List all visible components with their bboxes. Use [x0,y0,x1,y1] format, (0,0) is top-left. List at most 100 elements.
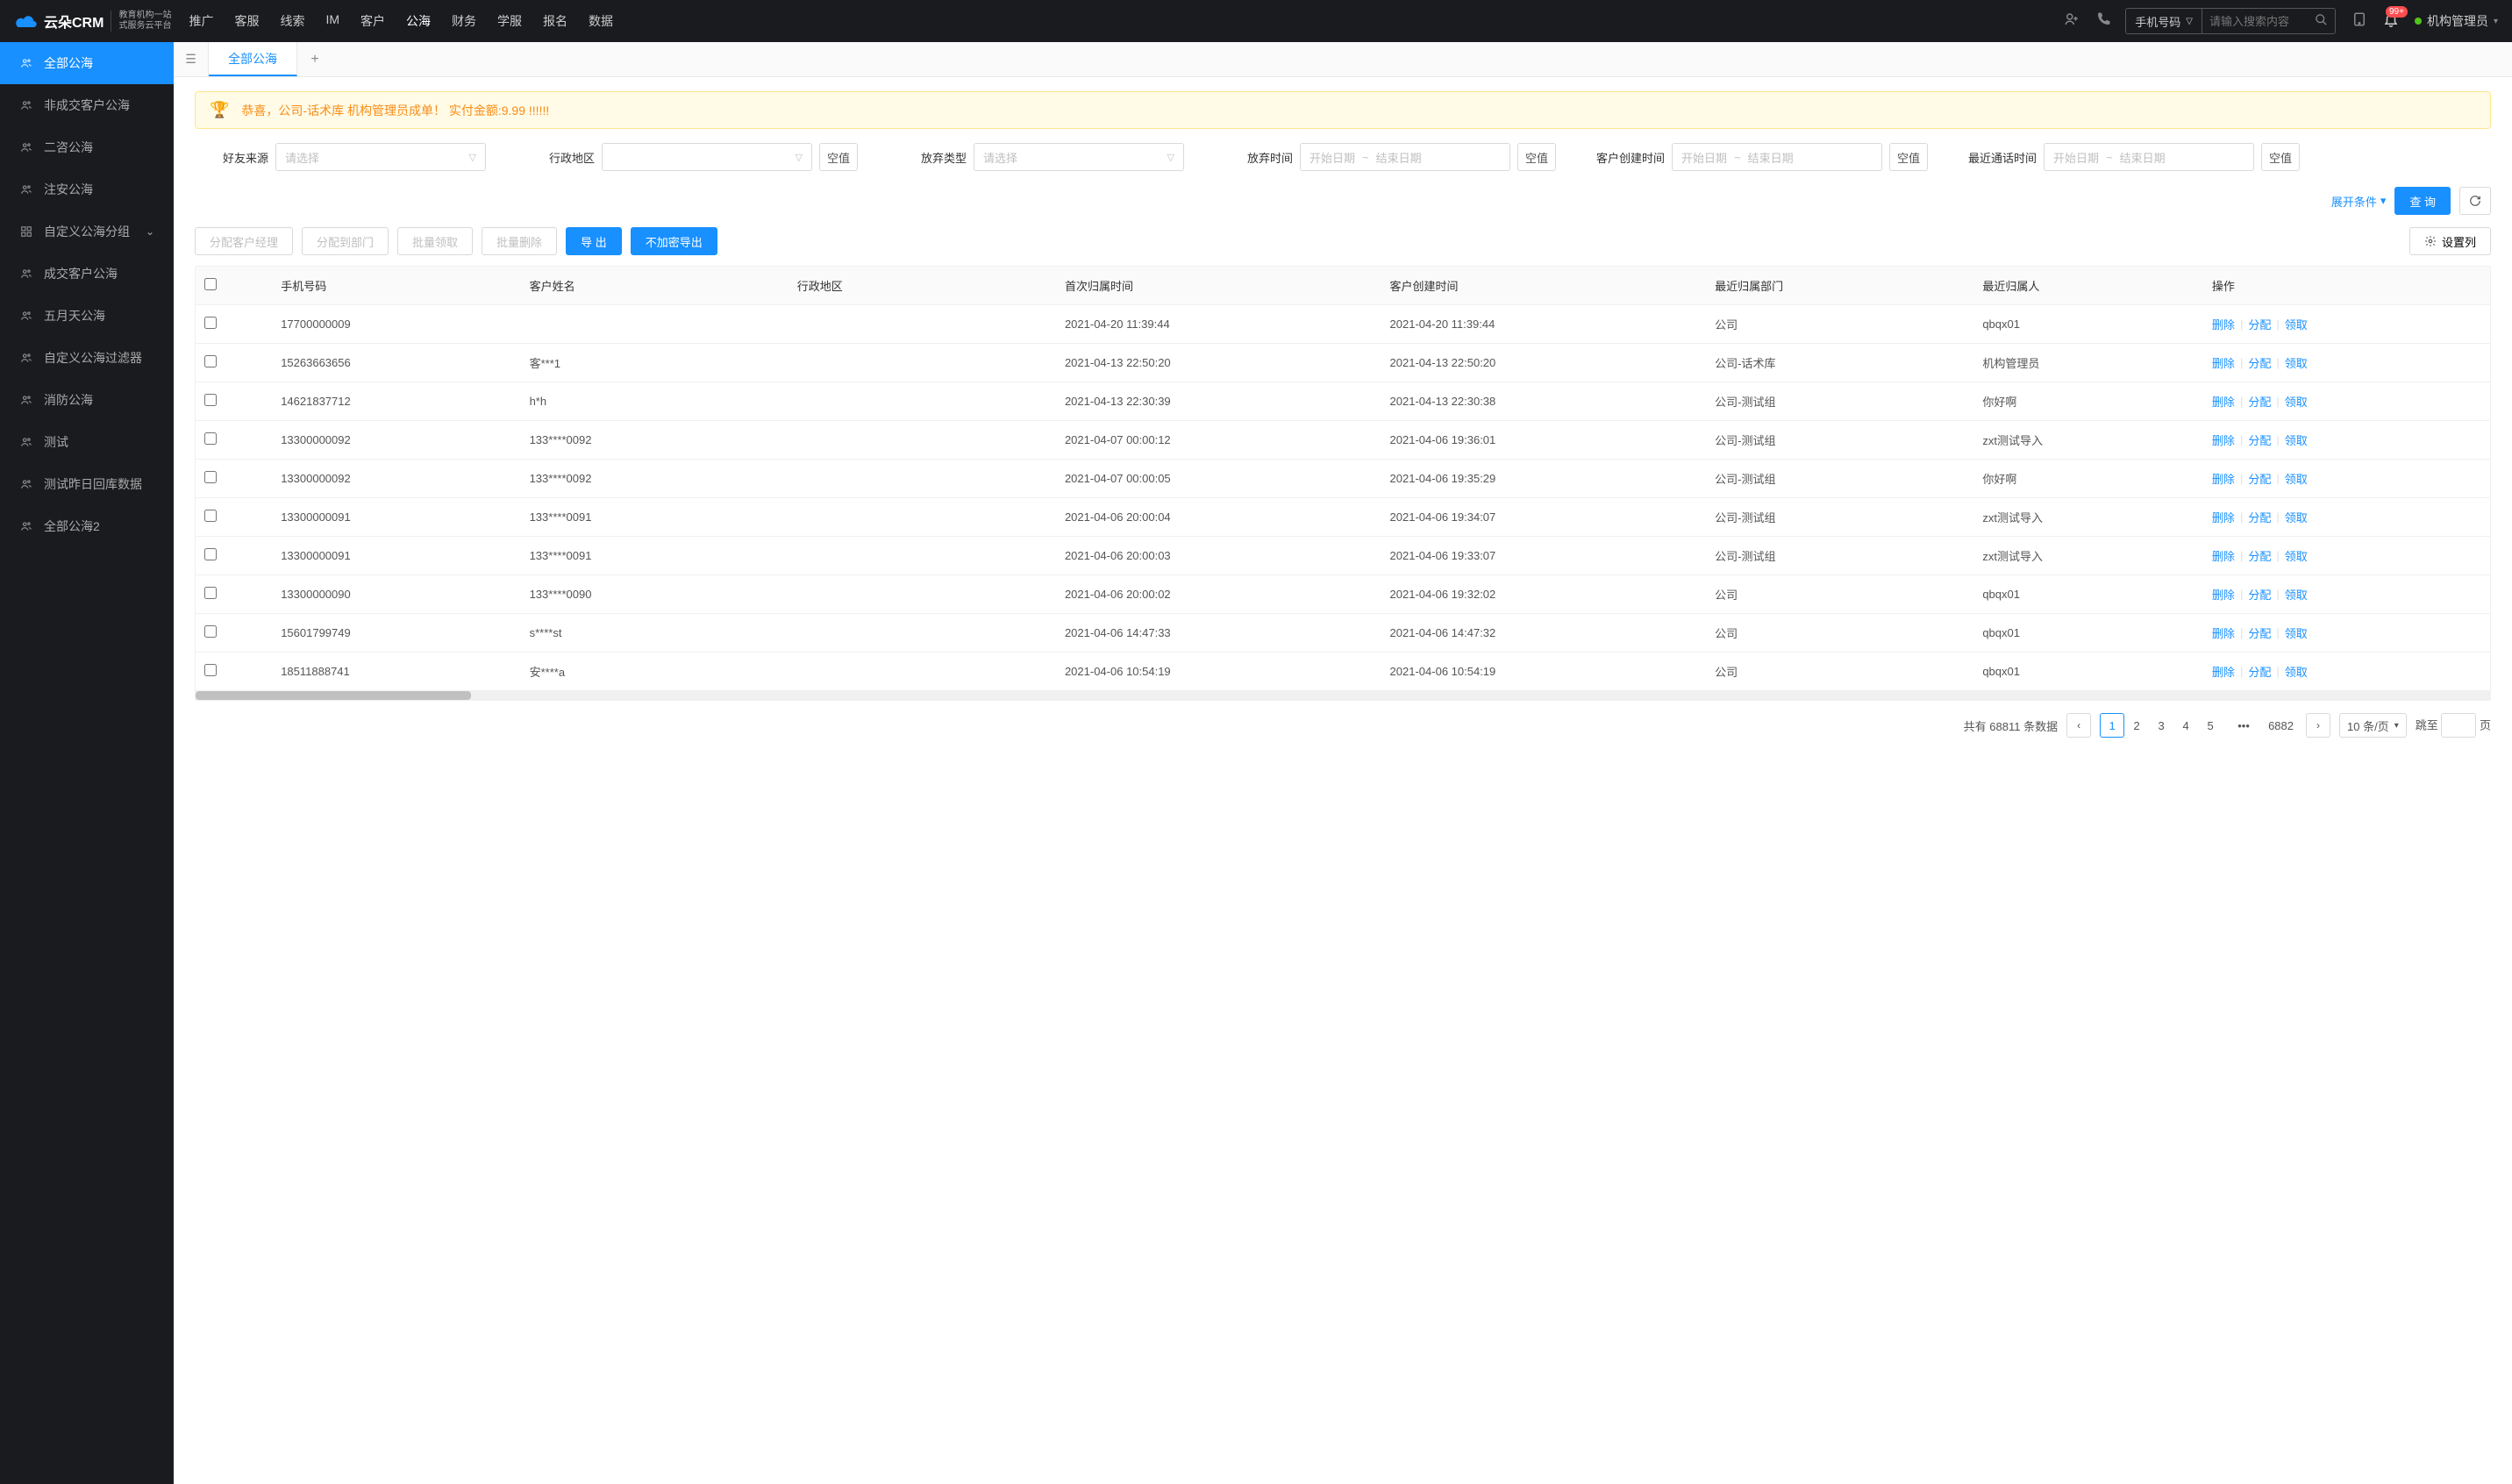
tab-all-public[interactable]: 全部公海 [209,42,297,76]
row-assign-link[interactable]: 分配 [2248,624,2271,641]
row-claim-link[interactable]: 领取 [2285,432,2308,448]
sidebar-item-3[interactable]: 注安公海 [0,168,174,210]
page-5[interactable]: 5 [2198,713,2223,738]
row-checkbox[interactable] [204,548,217,560]
sidebar-item-2[interactable]: 二咨公海 [0,126,174,168]
sidebar-item-10[interactable]: 测试昨日回库数据 [0,463,174,505]
row-checkbox[interactable] [204,394,217,406]
filter-recent-call-null[interactable]: 空值 [2261,143,2300,171]
row-checkbox[interactable] [204,317,217,329]
sidebar-item-1[interactable]: 非成交客户公海 [0,84,174,126]
row-claim-link[interactable]: 领取 [2285,470,2308,487]
filter-region-null[interactable]: 空值 [819,143,858,171]
page-ellipsis[interactable]: ••• [2231,713,2256,738]
tab-collapse-icon[interactable]: ☰ [174,42,209,76]
row-assign-link[interactable]: 分配 [2248,586,2271,603]
row-delete-link[interactable]: 删除 [2212,316,2235,332]
filter-region-select[interactable]: ▽ [602,143,812,171]
row-claim-link[interactable]: 领取 [2285,586,2308,603]
assign-dept-button[interactable]: 分配到部门 [302,227,389,255]
sidebar-item-9[interactable]: 测试 [0,421,174,463]
sidebar-item-5[interactable]: 成交客户公海 [0,253,174,295]
row-checkbox[interactable] [204,471,217,483]
row-delete-link[interactable]: 删除 [2212,432,2235,448]
prev-page-button[interactable]: ‹ [2066,713,2091,738]
row-claim-link[interactable]: 领取 [2285,393,2308,410]
row-checkbox[interactable] [204,355,217,367]
nav-item-2[interactable]: 线索 [280,12,304,30]
filter-source-select[interactable]: 请选择▽ [275,143,486,171]
row-assign-link[interactable]: 分配 [2248,470,2271,487]
sidebar-item-0[interactable]: 全部公海 [0,42,174,84]
user-add-icon[interactable] [2064,11,2080,32]
row-delete-link[interactable]: 删除 [2212,586,2235,603]
row-delete-link[interactable]: 删除 [2212,470,2235,487]
row-assign-link[interactable]: 分配 [2248,393,2271,410]
next-page-button[interactable]: › [2306,713,2330,738]
row-assign-link[interactable]: 分配 [2248,354,2271,371]
page-2[interactable]: 2 [2124,713,2149,738]
row-delete-link[interactable]: 删除 [2212,354,2235,371]
page-3[interactable]: 3 [2149,713,2173,738]
page-jump-input[interactable] [2441,713,2476,738]
page-4[interactable]: 4 [2173,713,2198,738]
row-claim-link[interactable]: 领取 [2285,547,2308,564]
nav-item-8[interactable]: 报名 [543,12,567,30]
select-all-checkbox[interactable] [204,278,217,290]
tablet-icon[interactable] [2351,11,2367,32]
row-delete-link[interactable]: 删除 [2212,624,2235,641]
nav-item-0[interactable]: 推广 [189,12,213,30]
row-assign-link[interactable]: 分配 [2248,509,2271,525]
row-assign-link[interactable]: 分配 [2248,663,2271,680]
export-button[interactable]: 导 出 [566,227,622,255]
filter-recent-call-range[interactable]: 开始日期~结束日期 [2044,143,2254,171]
row-claim-link[interactable]: 领取 [2285,316,2308,332]
row-assign-link[interactable]: 分配 [2248,316,2271,332]
column-settings-button[interactable]: 设置列 [2409,227,2491,255]
search-input[interactable] [2202,15,2308,28]
row-claim-link[interactable]: 领取 [2285,354,2308,371]
page-1[interactable]: 1 [2100,713,2124,738]
row-assign-link[interactable]: 分配 [2248,432,2271,448]
row-delete-link[interactable]: 删除 [2212,509,2235,525]
nav-item-6[interactable]: 财务 [452,12,476,30]
row-claim-link[interactable]: 领取 [2285,663,2308,680]
sidebar-item-11[interactable]: 全部公海2 [0,505,174,547]
batch-delete-button[interactable]: 批量删除 [482,227,557,255]
search-icon[interactable] [2308,13,2335,29]
row-checkbox[interactable] [204,432,217,445]
nav-item-5[interactable]: 公海 [406,12,431,30]
search-type-select[interactable]: 手机号码 ▽ [2126,9,2202,33]
nav-item-9[interactable]: 数据 [589,12,613,30]
filter-create-time-null[interactable]: 空值 [1889,143,1928,171]
filter-abandon-type-select[interactable]: 请选择▽ [974,143,1184,171]
sidebar-item-4[interactable]: 自定义公海分组⌄ [0,210,174,253]
filter-abandon-time-range[interactable]: 开始日期~结束日期 [1300,143,1510,171]
tab-add-button[interactable]: + [297,42,332,76]
last-page[interactable]: 6882 [2265,713,2297,738]
expand-filters-link[interactable]: 展开条件 ▾ [2331,193,2387,210]
row-delete-link[interactable]: 删除 [2212,663,2235,680]
horizontal-scrollbar[interactable] [196,691,2490,700]
nav-item-1[interactable]: 客服 [234,12,259,30]
sidebar-item-6[interactable]: 五月天公海 [0,295,174,337]
bell-icon[interactable]: 99+ [2383,11,2399,32]
row-checkbox[interactable] [204,664,217,676]
phone-icon[interactable] [2095,11,2111,32]
row-claim-link[interactable]: 领取 [2285,624,2308,641]
row-delete-link[interactable]: 删除 [2212,547,2235,564]
nav-item-7[interactable]: 学服 [497,12,522,30]
row-assign-link[interactable]: 分配 [2248,547,2271,564]
row-checkbox[interactable] [204,625,217,638]
query-button[interactable]: 查 询 [2394,187,2451,215]
filter-create-time-range[interactable]: 开始日期~结束日期 [1672,143,1882,171]
row-claim-link[interactable]: 领取 [2285,509,2308,525]
filter-abandon-time-null[interactable]: 空值 [1517,143,1556,171]
row-checkbox[interactable] [204,510,217,522]
user-menu[interactable]: 机构管理员 ▾ [2415,12,2498,30]
batch-claim-button[interactable]: 批量领取 [397,227,473,255]
page-size-select[interactable]: 10 条/页▾ [2339,713,2407,738]
sidebar-item-7[interactable]: 自定义公海过滤器 [0,337,174,379]
assign-manager-button[interactable]: 分配客户经理 [195,227,293,255]
nav-item-4[interactable]: 客户 [360,12,385,30]
